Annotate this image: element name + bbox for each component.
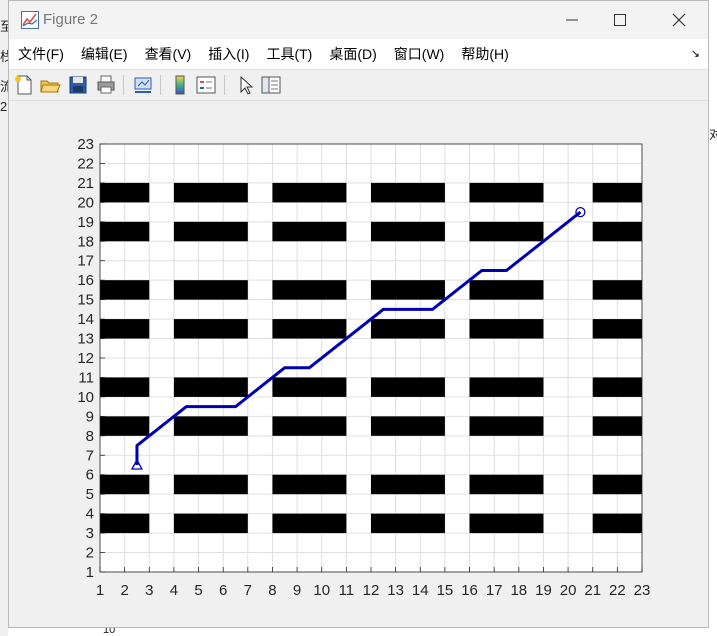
y-tick-label: 19 — [77, 214, 94, 231]
obstacle-block — [371, 319, 445, 339]
y-tick-label: 21 — [77, 175, 94, 192]
x-tick-label: 1 — [96, 582, 104, 599]
y-tick-label: 14 — [77, 311, 94, 328]
obstacle-block — [469, 377, 544, 397]
obstacle-block — [173, 377, 248, 397]
x-tick-label: 11 — [339, 582, 355, 599]
y-tick-label: 23 — [77, 136, 94, 153]
y-tick-label: 4 — [86, 506, 94, 523]
obstacle-block — [469, 319, 544, 339]
y-tick-label: 9 — [86, 408, 94, 425]
obstacle-block — [469, 416, 544, 436]
obstacle-block — [272, 513, 347, 534]
obstacle-block — [592, 221, 642, 242]
y-tick-label: 6 — [86, 467, 94, 484]
obstacle-block — [100, 474, 150, 495]
obstacle-block — [469, 182, 544, 203]
obstacle-block — [173, 280, 248, 300]
obstacle-block — [272, 280, 347, 300]
obstacle-block — [100, 377, 150, 397]
y-tick-label: 11 — [78, 369, 94, 386]
obstacle-block — [371, 182, 445, 203]
y-tick-label: 13 — [77, 331, 94, 348]
y-tick-label: 7 — [86, 447, 94, 464]
y-tick-label: 20 — [77, 194, 94, 211]
y-tick-label: 12 — [77, 350, 94, 367]
x-tick-label: 14 — [412, 582, 429, 599]
obstacle-block — [592, 416, 642, 436]
obstacle-block — [371, 280, 445, 300]
x-tick-label: 20 — [560, 582, 577, 599]
y-tick-label: 3 — [86, 525, 94, 542]
y-tick-label: 16 — [77, 272, 94, 289]
obstacle-block — [173, 513, 248, 534]
obstacle-block — [100, 319, 150, 339]
x-tick-label: 18 — [510, 582, 527, 599]
obstacle-block — [100, 280, 150, 300]
obstacle-block — [592, 182, 642, 203]
y-tick-label: 1 — [86, 564, 94, 581]
background-text: 2 — [0, 99, 8, 114]
obstacle-block — [100, 513, 150, 534]
obstacle-block — [592, 377, 642, 397]
obstacle-block — [100, 416, 150, 436]
obstacle-block — [371, 513, 445, 534]
obstacle-block — [469, 280, 544, 300]
obstacle-block — [272, 416, 347, 436]
y-tick-label: 5 — [86, 486, 94, 503]
obstacle-block — [173, 319, 248, 339]
y-tick-label: 17 — [77, 253, 94, 270]
obstacle-block — [371, 221, 445, 242]
obstacle-block — [272, 319, 347, 339]
obstacle-block — [469, 221, 544, 242]
x-tick-label: 7 — [244, 582, 252, 599]
x-tick-label: 19 — [535, 582, 552, 599]
plot-area[interactable]: 1 2 3 4 5 6 7 8 9 10 11 12 13 14 15 16 17 18 19 20 21 22 23123… — [9, 1, 708, 627]
y-tick-label: 15 — [77, 292, 94, 309]
y-tick-label: 18 — [77, 233, 94, 250]
obstacle-block — [592, 280, 642, 300]
x-tick-label: 23 — [634, 582, 651, 599]
x-tick-label: 17 — [486, 582, 503, 599]
y-tick-label: 10 — [77, 389, 94, 406]
y-tick-label: 8 — [86, 428, 94, 445]
obstacle-block — [173, 221, 248, 242]
obstacle-block — [371, 416, 445, 436]
background-panel — [0, 0, 8, 636]
obstacle-block — [272, 474, 347, 495]
obstacle-block — [592, 319, 642, 339]
y-tick-label: 22 — [77, 155, 94, 172]
y-tick-label: 2 — [86, 545, 94, 562]
x-tick-label: 2 — [120, 582, 128, 599]
obstacle-block — [272, 377, 347, 397]
obstacle-block — [173, 416, 248, 436]
obstacle-block — [173, 474, 248, 495]
x-tick-label: 15 — [437, 582, 454, 599]
x-tick-label: 21 — [584, 582, 601, 599]
obstacle-block — [100, 221, 150, 242]
obstacle-block — [469, 474, 544, 495]
x-tick-label: 13 — [387, 582, 404, 599]
obstacle-block — [371, 474, 445, 495]
x-tick-label: 8 — [268, 582, 276, 599]
x-tick-label: 9 — [293, 582, 301, 599]
x-tick-label: 6 — [219, 582, 227, 599]
obstacle-block — [100, 182, 150, 203]
obstacle-block — [469, 513, 544, 534]
x-tick-label: 12 — [363, 582, 380, 599]
x-tick-label: 10 — [313, 582, 330, 599]
x-tick-label: 3 — [145, 582, 153, 599]
obstacle-block — [592, 513, 642, 534]
x-tick-label: 4 — [170, 582, 178, 599]
x-tick-label: 22 — [609, 582, 626, 599]
obstacle-block — [371, 377, 445, 397]
x-tick-label: 5 — [194, 582, 202, 599]
background-text: 对 — [709, 127, 717, 142]
obstacle-block — [272, 221, 347, 242]
x-tick-label: 16 — [461, 582, 478, 599]
obstacle-block — [173, 182, 248, 203]
obstacle-block — [592, 474, 642, 495]
obstacle-block — [272, 182, 347, 203]
figure-window: Figure 2 文件(F) 编辑(E) 查看(V) 插入(I) 工具(T) 桌… — [8, 0, 709, 628]
